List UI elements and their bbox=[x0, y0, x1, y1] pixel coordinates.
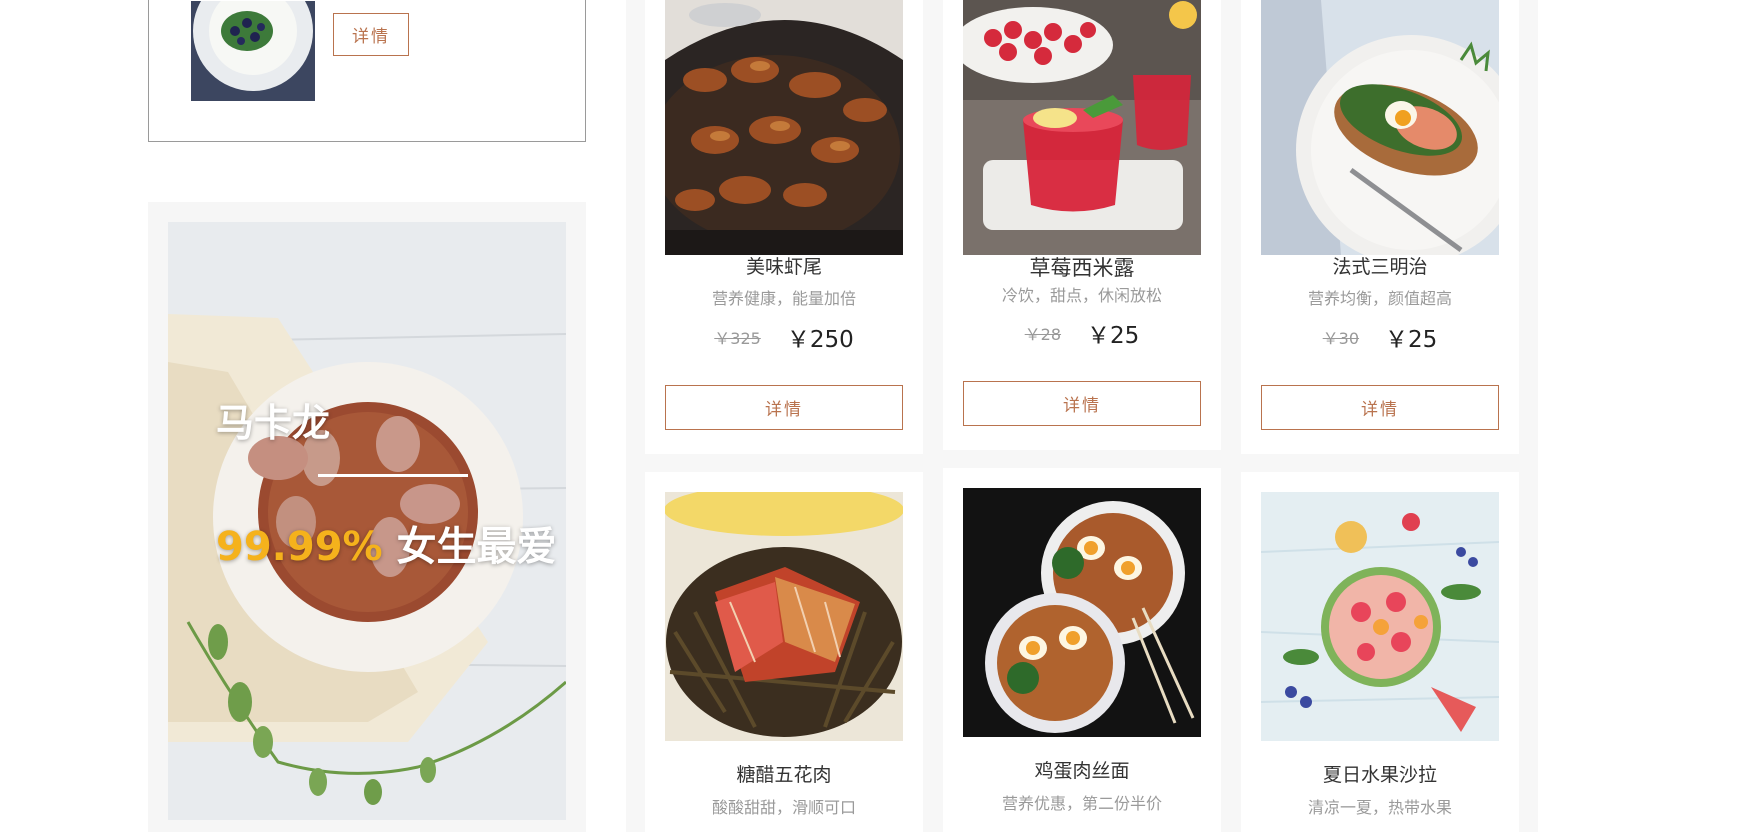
old-price: ￥28 bbox=[1024, 325, 1062, 344]
price-row: ￥325 ￥250 bbox=[645, 320, 923, 354]
featured-item-box: 详情 bbox=[148, 0, 586, 142]
product-card[interactable]: 糖醋五花肉 酸酸甜甜，滑顺可口 bbox=[645, 472, 923, 832]
product-name: 法式三明治 bbox=[1332, 256, 1428, 278]
product-card[interactable]: 草莓西米露 冷饮，甜点，休闲放松 ￥28 ￥25 详情 bbox=[943, 0, 1221, 450]
product-card[interactable]: 美味虾尾 营养健康，能量加倍 ￥325 ￥250 详情 bbox=[645, 0, 923, 454]
strawberry-dessert-image bbox=[963, 0, 1201, 255]
salad-thumbnail-image bbox=[191, 1, 315, 101]
product-card[interactable]: 法式三明治 营养均衡，颜值超高 ￥30 ￥25 详情 bbox=[1241, 0, 1519, 454]
detail-button[interactable]: 详情 bbox=[1261, 385, 1499, 430]
new-price: ￥25 bbox=[1087, 323, 1140, 349]
product-desc: 营养健康，能量加倍 bbox=[711, 289, 856, 308]
old-price: ￥30 bbox=[1322, 329, 1360, 348]
price-row: ￥30 ￥25 bbox=[1241, 320, 1519, 354]
sandwich-dish-image bbox=[1261, 0, 1499, 255]
new-price: ￥25 bbox=[1385, 327, 1438, 353]
promo-subtitle-text: 女生最爱 bbox=[396, 524, 557, 570]
product-desc: 酸酸甜甜，滑顺可口 bbox=[711, 798, 856, 817]
product-name: 夏日水果沙拉 bbox=[1322, 764, 1437, 786]
promo-panel: 马卡龙 99.99% 女生最爱 bbox=[148, 202, 586, 832]
product-desc: 营养优惠，第二份半价 bbox=[1001, 794, 1162, 813]
detail-button[interactable]: 详情 bbox=[665, 385, 903, 430]
fruit-salad-image bbox=[1261, 492, 1499, 741]
promo-percent: 99.99% bbox=[216, 524, 383, 570]
product-desc: 营养均衡，颜值超高 bbox=[1307, 289, 1452, 308]
product-card[interactable]: 鸡蛋肉丝面 营养优惠，第二份半价 bbox=[943, 468, 1221, 832]
detail-button[interactable]: 详情 bbox=[963, 381, 1201, 426]
product-desc: 冷饮，甜点，休闲放松 bbox=[1001, 286, 1162, 305]
macaron-promo-banner[interactable]: 马卡龙 99.99% 女生最爱 bbox=[168, 222, 566, 820]
product-desc: 清凉一夏，热带水果 bbox=[1307, 798, 1452, 817]
shrimp-dish-image bbox=[665, 0, 903, 255]
noodle-soup-image bbox=[963, 488, 1201, 737]
price-row: ￥28 ￥25 bbox=[943, 316, 1221, 350]
new-price: ￥250 bbox=[786, 327, 854, 353]
product-name: 草莓西米露 bbox=[1029, 256, 1135, 280]
old-price: ￥325 bbox=[714, 329, 761, 348]
product-name: 糖醋五花肉 bbox=[736, 764, 832, 786]
featured-detail-button[interactable]: 详情 bbox=[333, 13, 409, 56]
product-name: 鸡蛋肉丝面 bbox=[1034, 760, 1130, 782]
promo-subtitle: 99.99% 女生最爱 bbox=[216, 514, 557, 572]
product-card[interactable]: 夏日水果沙拉 清凉一夏，热带水果 bbox=[1241, 472, 1519, 832]
pork-dish-image bbox=[665, 492, 903, 741]
product-name: 美味虾尾 bbox=[745, 256, 822, 278]
promo-divider bbox=[318, 474, 468, 477]
promo-title: 马卡龙 bbox=[216, 401, 331, 445]
